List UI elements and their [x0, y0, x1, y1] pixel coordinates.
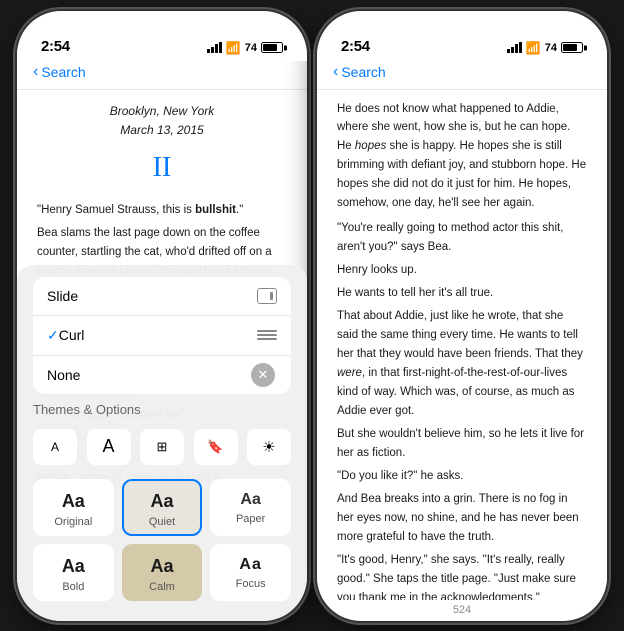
- font-bookmark-icon: 🔖: [207, 439, 223, 455]
- wavy1: [257, 330, 277, 332]
- rbar4: [519, 42, 522, 53]
- chapter-number: II: [37, 146, 287, 191]
- nav-bar-left: ‹ Search: [17, 61, 307, 90]
- page-number: 524: [317, 600, 607, 621]
- battery-label: 74: [245, 42, 257, 54]
- wifi-icon: 📶: [226, 41, 241, 55]
- scroll-none-label: None: [47, 367, 80, 383]
- theme-paper-aa: Aa: [240, 491, 260, 509]
- scroll-option-slide[interactable]: Slide: [33, 277, 291, 316]
- back-chevron-left: ‹: [33, 63, 38, 81]
- signal-bars-right: [507, 42, 522, 53]
- book-location: Brooklyn, New YorkMarch 13, 2015: [37, 102, 287, 140]
- rbar2: [511, 47, 514, 53]
- bar3: [215, 44, 218, 53]
- theme-paper-label: Paper: [236, 513, 265, 525]
- font-large-label: A: [102, 436, 114, 457]
- theme-original[interactable]: Aa Original: [33, 479, 114, 536]
- theme-bold[interactable]: Aa Bold: [33, 544, 114, 601]
- wavy2: [257, 334, 277, 336]
- scroll-curl-label: Curl: [59, 327, 257, 343]
- theme-focus[interactable]: Aa Focus: [210, 544, 291, 601]
- battery-fill: [263, 44, 277, 51]
- font-style-icon: ⊞: [157, 439, 168, 455]
- battery-label-right: 74: [545, 42, 557, 54]
- left-phone: 2:54 📶 74 ‹ Search: [17, 11, 307, 621]
- theme-calm-aa: Aa: [150, 556, 173, 577]
- font-small-label: A: [51, 440, 59, 454]
- themes-header: Themes & Options: [33, 402, 291, 417]
- back-button-left[interactable]: ‹ Search: [33, 63, 86, 81]
- scroll-option-none[interactable]: None ✕: [33, 356, 291, 394]
- font-increase-button[interactable]: A: [87, 429, 131, 465]
- font-decrease-button[interactable]: A: [33, 429, 77, 465]
- theme-quiet-aa: Aa: [150, 491, 173, 512]
- battery-fill-right: [563, 44, 577, 51]
- theme-quiet[interactable]: Aa Quiet: [122, 479, 203, 536]
- theme-focus-label: Focus: [236, 578, 266, 590]
- battery-icon-left: [261, 42, 283, 53]
- bar2: [211, 47, 214, 53]
- curl-icon: [257, 327, 277, 343]
- scroll-slide-right: [257, 288, 277, 304]
- phones-container: 2:54 📶 74 ‹ Search: [17, 11, 607, 621]
- battery-icon-right: [561, 42, 583, 53]
- font-controls: A A ⊞ 🔖 ☀: [33, 423, 291, 471]
- scroll-option-curl[interactable]: ✓ Curl: [33, 316, 291, 356]
- scroll-curl-check: ✓: [47, 327, 59, 344]
- back-label-left: Search: [41, 64, 85, 80]
- theme-grid: Aa Original Aa Quiet Aa Paper Aa Bold Aa: [33, 479, 291, 601]
- back-chevron-right: ‹: [333, 63, 338, 81]
- right-phone: 2:54 📶 74 ‹ Search: [317, 11, 607, 621]
- theme-calm[interactable]: Aa Calm: [122, 544, 203, 601]
- font-brightness-button[interactable]: ☀: [247, 429, 291, 465]
- back-label-right: Search: [341, 64, 385, 80]
- status-icons-left: 📶 74: [207, 41, 283, 55]
- signal-bars-left: [207, 42, 222, 53]
- scroll-slide-label: Slide: [47, 288, 78, 304]
- status-time-right: 2:54: [341, 38, 370, 55]
- theme-bold-label: Bold: [62, 581, 84, 593]
- theme-quiet-label: Quiet: [149, 516, 175, 528]
- font-style-button[interactable]: ⊞: [140, 429, 184, 465]
- book-content-right: He does not know what happened to Addie,…: [317, 90, 607, 600]
- rbar3: [515, 44, 518, 53]
- scroll-curl-right: [257, 327, 277, 343]
- theme-calm-label: Calm: [149, 581, 175, 593]
- rbar1: [507, 49, 510, 53]
- theme-original-label: Original: [54, 516, 92, 528]
- overlay-panel: Slide ✓ Curl: [17, 265, 307, 621]
- back-button-right[interactable]: ‹ Search: [333, 63, 386, 81]
- theme-focus-aa: Aa: [239, 556, 261, 574]
- theme-bold-aa: Aa: [62, 556, 85, 577]
- wavy3: [257, 338, 277, 340]
- status-time-left: 2:54: [41, 38, 70, 55]
- close-button[interactable]: ✕: [251, 363, 275, 387]
- font-bookmark-button[interactable]: 🔖: [194, 429, 238, 465]
- theme-paper[interactable]: Aa Paper: [210, 479, 291, 536]
- nav-bar-right: ‹ Search: [317, 61, 607, 90]
- themes-title: Themes & Options: [33, 402, 141, 417]
- status-bar-left: 2:54 📶 74: [17, 11, 307, 61]
- slide-icon: [257, 288, 277, 304]
- status-bar-right: 2:54 📶 74: [317, 11, 607, 61]
- status-icons-right: 📶 74: [507, 41, 583, 55]
- bar1: [207, 49, 210, 53]
- scroll-options: Slide ✓ Curl: [33, 277, 291, 394]
- brightness-icon: ☀: [262, 438, 275, 456]
- theme-original-aa: Aa: [62, 491, 85, 512]
- wifi-icon-right: 📶: [526, 41, 541, 55]
- bar4: [219, 42, 222, 53]
